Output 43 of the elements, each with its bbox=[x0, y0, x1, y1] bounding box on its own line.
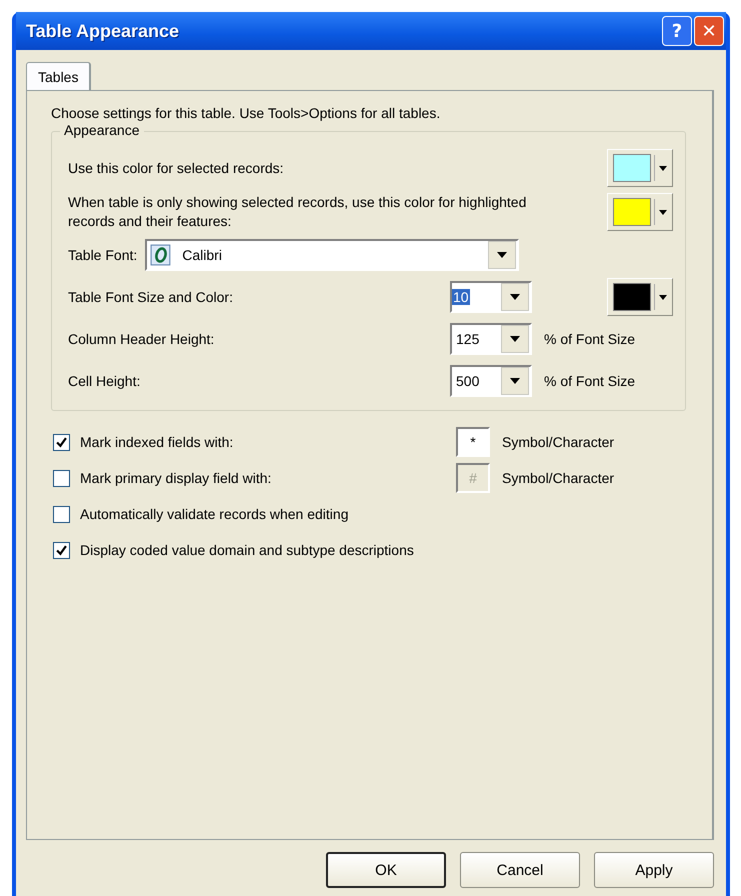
checkbox[interactable] bbox=[53, 542, 70, 558]
color-picker-button[interactable] bbox=[607, 149, 673, 187]
dropdown-arrow-icon bbox=[510, 378, 520, 384]
symbol-label: Symbol/Character bbox=[502, 470, 614, 486]
size-dropdown[interactable]: 10 bbox=[450, 281, 532, 313]
font-label: Table Font: bbox=[68, 247, 138, 263]
size-label: Column Header Height: bbox=[68, 331, 216, 347]
font-dropdown[interactable]: Calibri bbox=[145, 239, 520, 271]
close-button[interactable]: ✕ bbox=[694, 16, 724, 46]
dropdown-arrow-icon bbox=[510, 294, 520, 300]
dropdown-arrow-icon bbox=[497, 252, 508, 258]
dropdown-arrow-icon bbox=[659, 166, 667, 170]
symbol-label: Symbol/Character bbox=[502, 434, 614, 450]
checkbox-label: Mark indexed fields with: bbox=[80, 434, 234, 450]
unit-label: % of Font Size bbox=[544, 331, 636, 347]
size-dropdown[interactable]: 500 bbox=[450, 365, 532, 397]
tab[interactable]: Tables bbox=[26, 62, 92, 91]
color-label: When table is only showing selected records, use this color for highlighted records and their features: bbox=[68, 193, 528, 231]
dropdown-arrow-icon bbox=[659, 294, 667, 300]
checkbox-label: Mark primary display field with: bbox=[80, 470, 272, 486]
color-picker-button[interactable] bbox=[607, 278, 673, 316]
dialog-button[interactable]: Apply bbox=[594, 852, 714, 888]
dialog-button[interactable]: Cancel bbox=[460, 852, 580, 888]
window-title: Table Appearance bbox=[26, 20, 180, 42]
size-label: Table Font Size and Color: bbox=[68, 289, 234, 305]
font-icon bbox=[150, 243, 172, 267]
checkbox-label: Automatically validate records when editing bbox=[80, 506, 350, 522]
checkbox[interactable] bbox=[53, 506, 70, 522]
checkbox-label: Display coded value domain and subtype descriptions bbox=[80, 542, 415, 558]
dropdown-arrow-icon bbox=[510, 336, 520, 342]
group-title: Appearance bbox=[60, 122, 144, 138]
color-label: Use this color for selected records: bbox=[68, 158, 284, 178]
checkbox[interactable] bbox=[53, 470, 70, 486]
size-dropdown[interactable]: 125 bbox=[450, 323, 532, 355]
checkbox[interactable] bbox=[53, 434, 70, 450]
dialog-button[interactable]: OK bbox=[326, 852, 446, 888]
dropdown-arrow-icon bbox=[659, 210, 667, 214]
intro-text: Choose settings for this table. Use Tools>Options for all tables. bbox=[51, 105, 442, 121]
size-label: Cell Height: bbox=[68, 373, 142, 389]
symbol-field[interactable]: * bbox=[456, 427, 490, 457]
help-button[interactable]: ? bbox=[662, 16, 692, 46]
color-picker-button[interactable] bbox=[607, 193, 673, 231]
unit-label: % of Font Size bbox=[544, 373, 636, 389]
